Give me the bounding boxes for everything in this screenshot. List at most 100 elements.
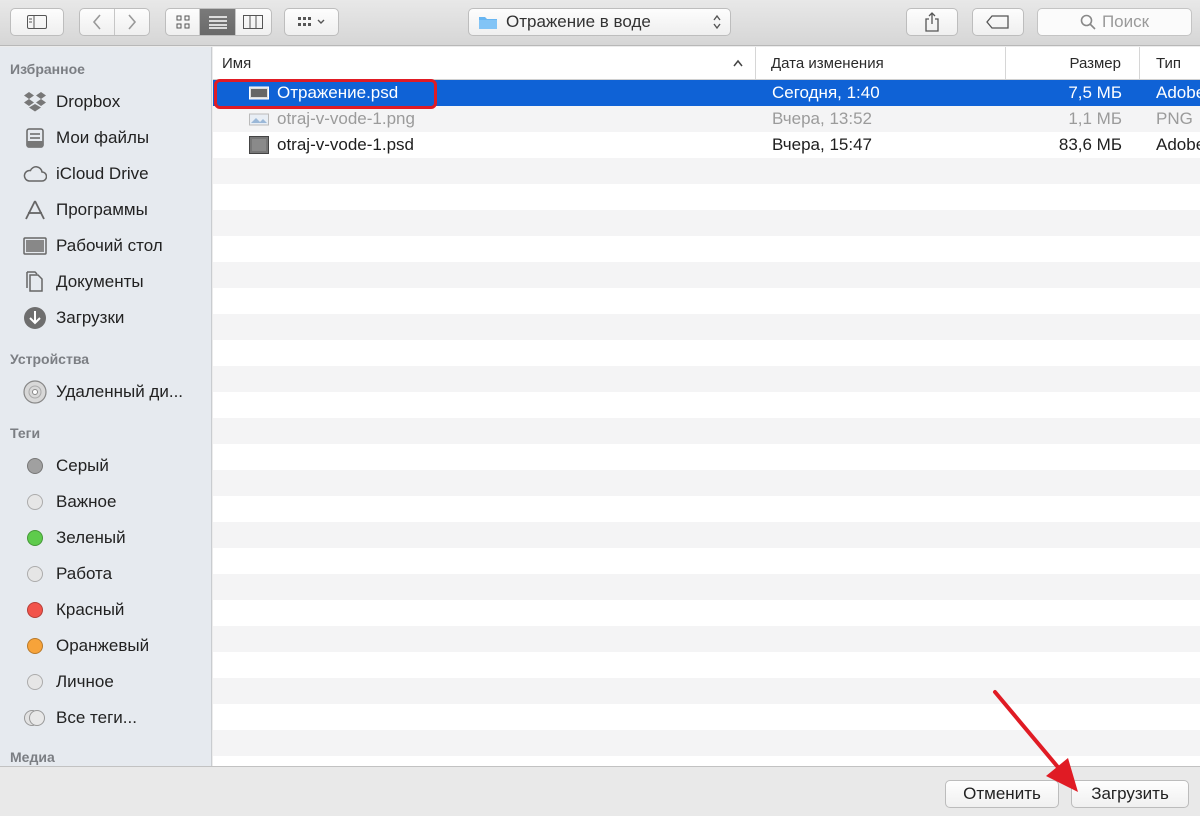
sidebar-item-label: Рабочий стол (56, 236, 163, 255)
desktop-icon (22, 234, 48, 258)
tag-dot-icon (27, 494, 43, 510)
sidebar-item-label: Серый (56, 456, 109, 475)
sidebar-item-label: Dropbox (56, 92, 121, 111)
file-size: 1,1 МБ (1068, 109, 1122, 128)
sidebar-item-label: Красный (56, 600, 125, 619)
applications-icon (22, 198, 48, 222)
column-view-button[interactable] (236, 9, 271, 35)
favorites-section-title: Избранное (10, 61, 85, 77)
list-view-button[interactable] (200, 9, 236, 35)
column-header-type[interactable]: Тип (1140, 47, 1200, 79)
sidebar-item-label: iCloud Drive (56, 164, 149, 183)
sidebar-item-label: Зеленый (56, 528, 126, 547)
png-file-icon (249, 113, 269, 126)
sidebar-toggle-button[interactable] (10, 8, 64, 36)
column-header-size[interactable]: Размер (1006, 47, 1140, 79)
sidebar-item-label: Удаленный ди... (56, 382, 184, 401)
sidebar-item-label: Важное (56, 492, 117, 511)
sidebar-item-label: Документы (56, 272, 144, 291)
cancel-button[interactable]: Отменить (945, 780, 1059, 808)
folder-icon (479, 17, 497, 29)
table-header: Имя Дата изменения Размер Тип (213, 47, 1200, 80)
psd-file-icon (249, 86, 269, 100)
table-row[interactable]: otraj-v-vode-1.png Вчера, 13:52 1,1 МБ P… (213, 106, 1200, 132)
search-icon (1080, 14, 1096, 30)
file-list: Имя Дата изменения Размер Тип Отражение.… (213, 47, 1200, 766)
sidebar-item-label: Мои файлы (56, 128, 150, 147)
column-header-name[interactable]: Имя (213, 47, 756, 79)
media-section-title: Медиа (10, 749, 55, 765)
tag-button[interactable] (972, 8, 1024, 36)
grid-icon (176, 15, 190, 29)
search-placeholder: Поиск (1101, 12, 1150, 31)
sidebar-item-downloads[interactable]: Загрузки (0, 300, 211, 336)
updown-chevron-icon (713, 14, 721, 30)
forward-button[interactable] (115, 9, 150, 35)
icon-view-button[interactable] (166, 9, 201, 35)
sidebar-item-applications[interactable]: Программы (0, 192, 211, 228)
disc-icon (22, 380, 48, 404)
sidebar-tag-orange[interactable]: Оранжевый (0, 628, 211, 664)
sort-ascending-icon (733, 59, 743, 67)
sidebar-item-label: Программы (56, 200, 148, 219)
file-size: 83,6 МБ (1058, 135, 1122, 154)
file-name: otraj-v-vode-1.psd (277, 135, 415, 154)
file-size: 7,5 МБ (1068, 83, 1122, 102)
sidebar-icon (27, 15, 47, 29)
bottom-bar: Отменить Загрузить (0, 766, 1200, 816)
chevron-left-icon (92, 14, 101, 30)
table-row[interactable]: Отражение.psd Сегодня, 1:40 7,5 МБ Adobe (213, 80, 1200, 106)
sidebar-tag-green[interactable]: Зеленый (0, 520, 211, 556)
tag-dot-icon (27, 638, 43, 654)
sidebar-tag-all[interactable]: Все теги... (0, 700, 211, 736)
arrange-icon (297, 17, 324, 26)
file-type: Adobe (1156, 83, 1200, 102)
psd-file-icon (249, 136, 269, 154)
sidebar-tag-work[interactable]: Работа (0, 556, 211, 592)
tag-icon (986, 15, 1009, 29)
sidebar-tag-important[interactable]: Важное (0, 484, 211, 520)
path-popup[interactable]: Отражение в воде (468, 8, 731, 36)
devices-section-title: Устройства (10, 351, 90, 367)
toolbar: Отражение в воде Поиск (0, 0, 1200, 46)
all-files-icon (22, 126, 48, 150)
table-row[interactable]: otraj-v-vode-1.psd Вчера, 15:47 83,6 МБ … (213, 132, 1200, 158)
sidebar-item-label: Личное (56, 672, 114, 691)
tag-dot-icon (27, 674, 43, 690)
columns-icon (243, 15, 264, 29)
sidebar-item-icloud-drive[interactable]: iCloud Drive (0, 156, 211, 192)
sidebar-item-all-files[interactable]: Мои файлы (0, 120, 211, 156)
share-button[interactable] (906, 8, 958, 36)
sidebar-item-label: Работа (56, 564, 113, 583)
table-rows: Отражение.psd Сегодня, 1:40 7,5 МБ Adobe… (213, 79, 1200, 766)
sidebar: Избранное Dropbox Мои файлы iCloud Drive… (0, 47, 212, 766)
sidebar-tag-personal[interactable]: Личное (0, 664, 211, 700)
back-button[interactable] (80, 9, 115, 35)
cloud-icon (22, 162, 48, 186)
downloads-icon (22, 306, 48, 330)
dropbox-icon (22, 90, 48, 114)
sidebar-tag-gray[interactable]: Серый (0, 448, 211, 484)
sidebar-item-dropbox[interactable]: Dropbox (0, 84, 211, 120)
sidebar-item-desktop[interactable]: Рабочий стол (0, 228, 211, 264)
column-header-date[interactable]: Дата изменения (756, 47, 1006, 79)
sidebar-tag-red[interactable]: Красный (0, 592, 211, 628)
file-date: Сегодня, 1:40 (772, 83, 880, 102)
sidebar-item-label: Все теги... (56, 708, 137, 727)
search-field[interactable]: Поиск (1037, 8, 1192, 36)
tag-dot-icon (27, 530, 43, 546)
sidebar-item-remote-disc[interactable]: Удаленный ди... (0, 374, 211, 410)
sidebar-item-documents[interactable]: Документы (0, 264, 211, 300)
sidebar-item-label: Загрузки (56, 308, 125, 327)
chevron-right-icon (128, 14, 136, 30)
file-name: otraj-v-vode-1.png (277, 109, 415, 128)
share-icon (925, 12, 939, 32)
tag-dot-icon (27, 458, 43, 474)
tag-dot-icon (27, 602, 43, 618)
tag-dot-icon (27, 566, 43, 582)
file-date: Вчера, 15:47 (772, 135, 872, 154)
upload-button[interactable]: Загрузить (1071, 780, 1189, 808)
all-tags-icon (22, 706, 48, 730)
sidebar-item-label: Оранжевый (56, 636, 150, 655)
arrange-button[interactable] (284, 8, 339, 36)
